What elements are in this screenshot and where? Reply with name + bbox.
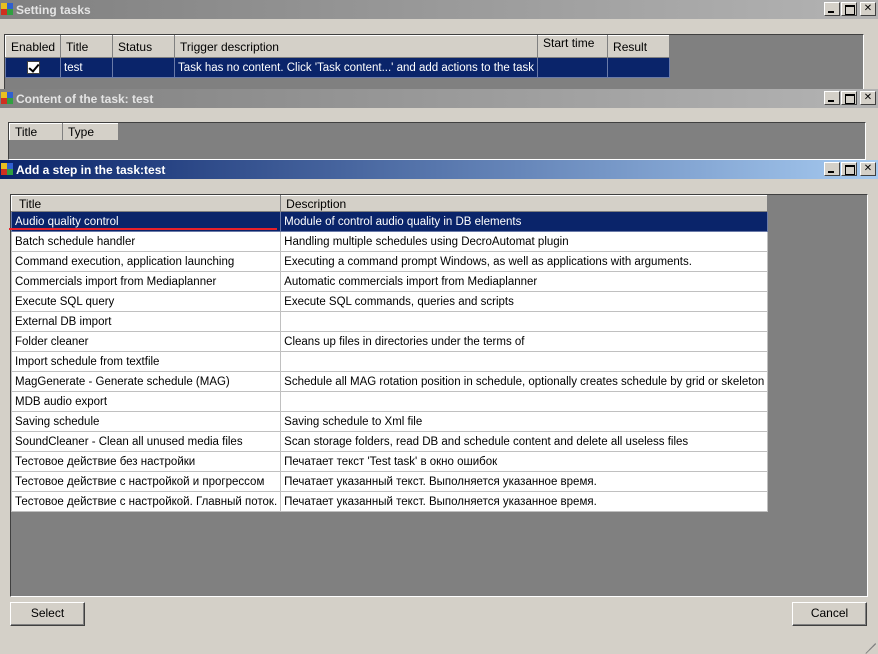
step-description-cell: Печатает текст 'Test task' в окно ошибок xyxy=(280,451,769,472)
step-description-cell: Execute SQL commands, queries and script… xyxy=(280,291,769,312)
col-start-time[interactable]: Start time xyxy=(537,35,609,58)
step-title-cell: Batch schedule handler xyxy=(10,231,282,252)
steps-grid[interactable]: Title Description Audio quality control M… xyxy=(10,194,868,597)
step-title-cell: Import schedule from textfile xyxy=(10,351,282,372)
step-description-cell xyxy=(280,311,769,332)
step-description-cell: Печатает указанный текст. Выполняется ук… xyxy=(280,471,769,492)
step-title-cell: Тестовое действие с настройкой и прогрес… xyxy=(10,471,282,492)
col-title[interactable]: Title xyxy=(10,195,282,212)
add-step-titlebar[interactable]: Add a step in the task:test ✕ xyxy=(0,160,878,179)
app-icon xyxy=(1,92,14,105)
minimize-button[interactable] xyxy=(824,2,840,16)
setting-tasks-titlebar[interactable]: Setting tasks ✕ xyxy=(0,0,878,19)
step-row[interactable]: Saving schedule Saving schedule to Xml fi… xyxy=(10,411,769,432)
step-title-cell: SoundCleaner - Clean all unused media fi… xyxy=(10,431,282,452)
task-content-grid[interactable]: Title Type xyxy=(8,122,866,160)
step-row[interactable]: Batch schedule handler Handling multiple … xyxy=(10,231,769,252)
close-button[interactable]: ✕ xyxy=(860,2,876,16)
col-description[interactable]: Description xyxy=(280,195,769,212)
task-start-time-cell xyxy=(537,57,609,78)
step-row[interactable]: Import schedule from textfile xyxy=(10,351,769,372)
step-title-cell: Тестовое действие без настройки xyxy=(10,451,282,472)
step-description-cell: Module of control audio quality in DB el… xyxy=(280,211,769,232)
close-button[interactable]: ✕ xyxy=(860,91,876,105)
step-title-cell: MDB audio export xyxy=(10,391,282,412)
minimize-button[interactable] xyxy=(824,91,840,105)
cancel-button[interactable]: Cancel xyxy=(792,602,867,626)
task-title-cell: test xyxy=(60,57,114,78)
step-description-cell xyxy=(280,391,769,412)
step-description-cell: Schedule all MAG rotation position in sc… xyxy=(280,371,769,392)
enabled-checkbox[interactable] xyxy=(26,61,40,74)
step-row[interactable]: Тестовое действие с настройкой и прогрес… xyxy=(10,471,769,492)
task-enabled-cell[interactable] xyxy=(4,57,62,78)
col-title[interactable]: Title xyxy=(9,123,63,141)
step-row[interactable]: Commercials import from Mediaplanner Auto… xyxy=(10,271,769,292)
add-step-window: Add a step in the task:test ✕ Title Desc… xyxy=(0,160,878,654)
steps-header-row: Title Description xyxy=(10,195,769,212)
step-description-cell: Executing a command prompt Windows, as w… xyxy=(280,251,769,272)
app-icon xyxy=(1,163,14,176)
resize-grip-icon[interactable] xyxy=(864,632,876,654)
step-row[interactable]: SoundCleaner - Clean all unused media fi… xyxy=(10,431,769,452)
select-button[interactable]: Select xyxy=(10,602,85,626)
step-row[interactable]: External DB import xyxy=(10,311,769,332)
col-enabled[interactable]: Enabled xyxy=(4,35,62,58)
step-description-cell: Печатает указанный текст. Выполняется ук… xyxy=(280,491,769,512)
maximize-button[interactable] xyxy=(841,2,857,16)
col-status[interactable]: Status xyxy=(112,35,176,58)
minimize-button[interactable] xyxy=(824,162,840,176)
step-row[interactable]: Тестовое действие без настройки Печатает … xyxy=(10,451,769,472)
step-title-cell: Command execution, application launching xyxy=(10,251,282,272)
step-description-cell: Scan storage folders, read DB and schedu… xyxy=(280,431,769,452)
step-description-cell: Automatic commercials import from Mediap… xyxy=(280,271,769,292)
step-description-cell: Handling multiple schedules using DecroA… xyxy=(280,231,769,252)
step-description-cell: Saving schedule to Xml file xyxy=(280,411,769,432)
step-row[interactable]: Folder cleaner Cleans up files in directo… xyxy=(10,331,769,352)
col-trigger-description[interactable]: Trigger description xyxy=(174,35,539,58)
step-row[interactable]: MDB audio export xyxy=(10,391,769,412)
step-title-cell: Тестовое действие с настройкой. Главный … xyxy=(10,491,282,512)
highlight-underline xyxy=(9,228,277,230)
col-type[interactable]: Type xyxy=(62,123,119,141)
step-row[interactable]: Execute SQL query Execute SQL commands, q… xyxy=(10,291,769,312)
step-title-cell: Saving schedule xyxy=(10,411,282,432)
col-result[interactable]: Result xyxy=(607,35,671,58)
tasks-header-row: Enabled Title Status Trigger description… xyxy=(4,35,671,58)
task-content-window: Content of the task: test ✕ Title Type xyxy=(0,89,878,160)
step-title-cell: MagGenerate - Generate schedule (MAG) xyxy=(10,371,282,392)
task-result-cell xyxy=(607,57,671,78)
step-title-cell: External DB import xyxy=(10,311,282,332)
step-row[interactable]: MagGenerate - Generate schedule (MAG) Sch… xyxy=(10,371,769,392)
tasks-grid[interactable]: Enabled Title Status Trigger description… xyxy=(4,34,864,90)
step-title-cell: Folder cleaner xyxy=(10,331,282,352)
task-row[interactable]: test Task has no content. Click 'Task co… xyxy=(4,57,671,78)
step-description-cell: Cleans up files in directories under the… xyxy=(280,331,769,352)
step-title-cell: Execute SQL query xyxy=(10,291,282,312)
maximize-button[interactable] xyxy=(841,162,857,176)
content-header-row: Title Type xyxy=(9,123,119,141)
step-row[interactable]: Тестовое действие с настройкой. Главный … xyxy=(10,491,769,512)
step-row[interactable]: Command execution, application launching… xyxy=(10,251,769,272)
maximize-button[interactable] xyxy=(841,91,857,105)
window-title: Setting tasks xyxy=(16,2,91,17)
step-description-cell xyxy=(280,351,769,372)
col-title[interactable]: Title xyxy=(60,35,114,58)
window-title: Add a step in the task:test xyxy=(16,162,166,177)
close-button[interactable]: ✕ xyxy=(860,162,876,176)
task-status-cell xyxy=(112,57,176,78)
step-title-cell: Commercials import from Mediaplanner xyxy=(10,271,282,292)
window-title: Content of the task: test xyxy=(16,91,154,106)
task-content-titlebar[interactable]: Content of the task: test ✕ xyxy=(0,89,878,108)
task-trigger-cell: Task has no content. Click 'Task content… xyxy=(174,57,539,78)
setting-tasks-window: Setting tasks ✕ Enabled Title Status Tri… xyxy=(0,0,878,90)
app-icon xyxy=(1,3,14,16)
